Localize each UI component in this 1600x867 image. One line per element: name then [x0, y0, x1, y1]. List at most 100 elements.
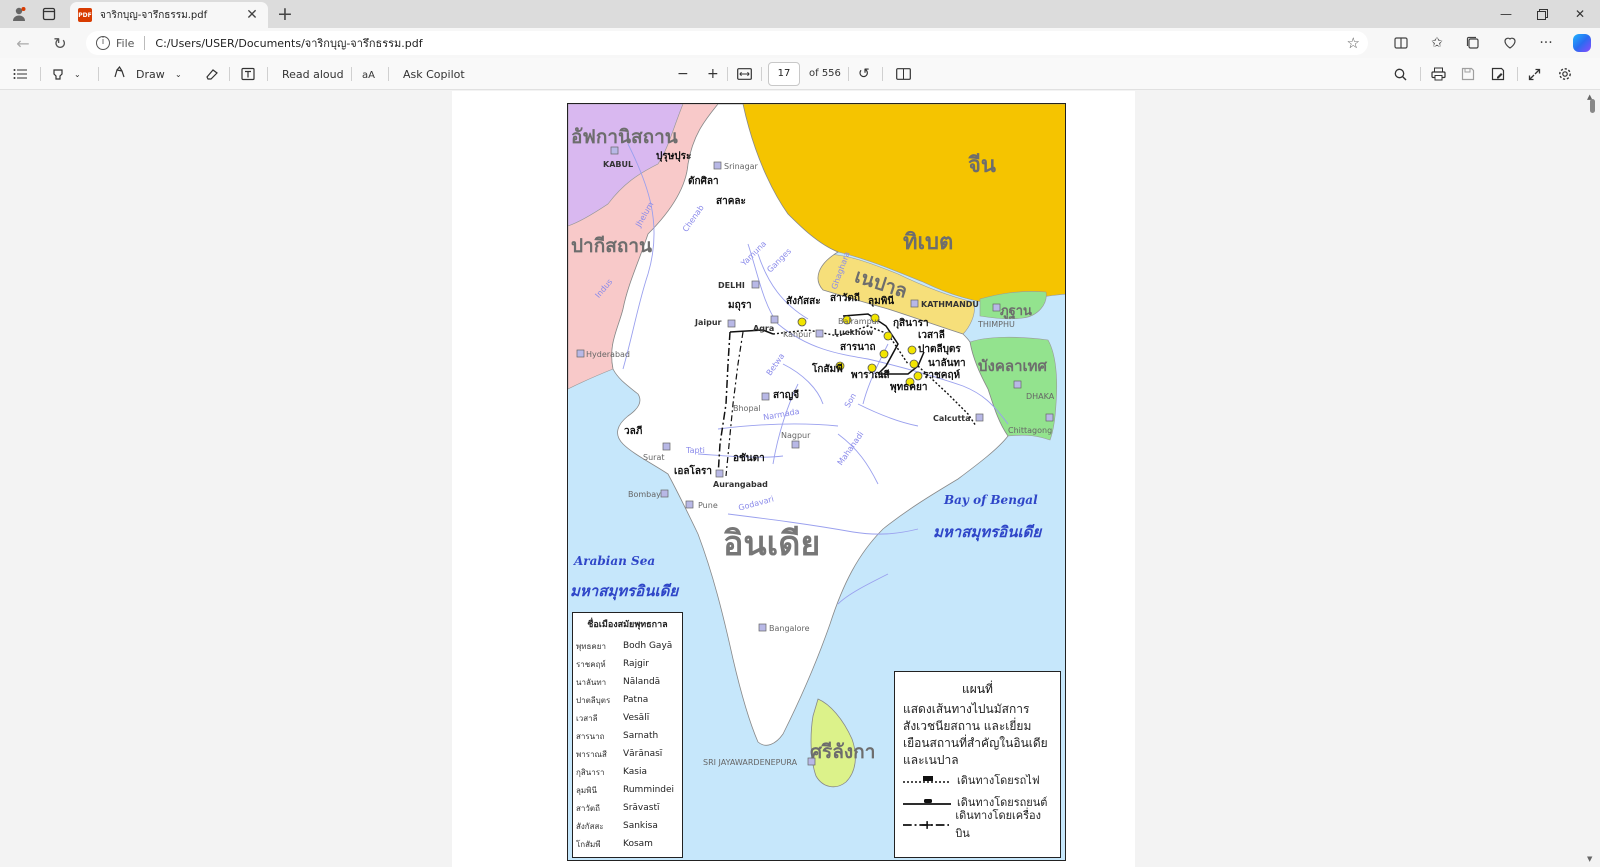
train-line-icon: [903, 776, 951, 783]
label-arabian-sea: Arabian Sea: [574, 554, 656, 568]
label-china: จีน: [968, 153, 996, 178]
label-savatthi: สาวัตถี: [830, 293, 860, 304]
zoom-in-icon[interactable]: +: [707, 58, 719, 90]
label-valabhi: วลภี: [624, 426, 643, 437]
address-bar: ← ↻ i File C:/Users/USER/Documents/จาริก…: [0, 28, 1600, 58]
legend-plane-row: เดินทางโดยเครื่องบิน: [903, 809, 1052, 840]
legend-city-row: สารนาถ Sarnath: [576, 727, 679, 745]
page-view-icon[interactable]: [896, 58, 911, 90]
legend-city-thai-name: สังกัสสะ: [576, 821, 604, 831]
fit-to-page-icon[interactable]: [737, 58, 752, 90]
toolbar-divider: [727, 67, 728, 81]
svg-text:aA: aA: [362, 70, 375, 80]
settings-icon[interactable]: [1558, 58, 1572, 90]
highlight-icon[interactable]: [51, 58, 65, 90]
back-icon[interactable]: ←: [10, 32, 36, 54]
toolbar-divider: [848, 67, 849, 81]
car-line-icon: [903, 799, 951, 805]
label-pataliputra: ปาตลีบุตร: [918, 344, 961, 355]
scroll-down-icon[interactable]: ▼: [1587, 855, 1592, 863]
label-ajanta: อชันตา: [733, 453, 765, 464]
collections-icon[interactable]: [1462, 33, 1484, 53]
label-dhaka: DHAKA: [1026, 392, 1055, 401]
legend-city-row: พุทธคยา Bodh Gayā: [576, 637, 679, 655]
translate-icon[interactable]: aA: [362, 58, 378, 90]
toolbar-divider: [388, 67, 389, 81]
label-sri-jayawardenepura: SRI JAYAWARDENEPURA: [703, 758, 798, 767]
label-lucknow: Lucknow: [834, 328, 874, 337]
draw-button[interactable]: Draw: [113, 58, 165, 90]
eraser-icon[interactable]: [204, 58, 218, 90]
minimize-icon[interactable]: —: [1488, 0, 1524, 28]
toolbar-divider: [351, 67, 352, 81]
save-icon[interactable]: [1461, 58, 1475, 90]
restore-icon[interactable]: [1524, 0, 1560, 28]
pdf-file-icon: PDF: [78, 8, 92, 22]
label-bhutan: ภูฐาน: [1000, 304, 1032, 319]
legend-city-names-title: ชื่อเมืองสมัยพุทธกาล: [587, 620, 668, 630]
label-sankassa: สังกัสสะ: [786, 296, 821, 307]
legend-city-thai-name: พาราณสี: [576, 749, 607, 759]
draw-options-chevron-icon[interactable]: ⌄: [175, 58, 182, 90]
legend-train-label: เดินทางโดยรถไฟ: [957, 774, 1040, 787]
label-pune: Pune: [698, 501, 718, 510]
label-taxila: ตักศิลา: [688, 176, 719, 187]
label-mathura: มถุรา: [728, 300, 752, 311]
tab-pdf[interactable]: PDF จาริกบุญ-จารึกธรรม.pdf ✕: [70, 2, 268, 28]
label-sri-lanka: ศรีลังกา: [810, 741, 876, 763]
favorites-icon[interactable]: ✩: [1426, 33, 1448, 53]
label-kanpur: Kanpur: [783, 330, 812, 339]
text-box-icon[interactable]: [241, 58, 255, 90]
legend-city-thai-name: ปาตลีบุตร: [576, 695, 611, 705]
scroll-thumb[interactable]: [1590, 99, 1595, 113]
legend-city-thai-name: สารนาถ: [576, 731, 605, 741]
browser-essentials-icon[interactable]: [1499, 33, 1521, 53]
ask-copilot-button[interactable]: Ask Copilot: [403, 58, 465, 90]
url-text[interactable]: C:/Users/USER/Documents/จาริกบุญ-จารึกธร…: [155, 34, 422, 52]
close-window-icon[interactable]: ✕: [1562, 0, 1598, 28]
label-pakistan: ปากีสถาน: [571, 235, 652, 257]
label-bhopal: Bhopal: [733, 404, 761, 413]
label-vesali: เวสาลี: [918, 330, 945, 341]
highlight-options-chevron-icon[interactable]: ⌄: [74, 58, 81, 90]
label-thimphu: THIMPHU: [978, 320, 1015, 329]
zoom-out-icon[interactable]: −: [677, 58, 689, 90]
toolbar-divider: [882, 67, 883, 81]
save-as-icon[interactable]: [1491, 58, 1505, 90]
label-srinagar: Srinagar: [724, 162, 758, 171]
print-icon[interactable]: [1431, 58, 1446, 90]
profile-icon[interactable]: [8, 4, 30, 24]
new-tab-button[interactable]: +: [274, 3, 296, 25]
tab-actions-icon[interactable]: [38, 4, 60, 24]
search-icon[interactable]: [1394, 58, 1407, 90]
url-bar[interactable]: i File C:/Users/USER/Documents/จาริกบุญ-…: [86, 31, 1368, 55]
copilot-icon[interactable]: [1573, 34, 1591, 52]
site-info-icon[interactable]: i: [96, 36, 110, 50]
legend-city-english-name: Kasia: [623, 767, 647, 777]
url-divider: [144, 36, 146, 50]
more-options-icon[interactable]: ···: [1535, 33, 1557, 53]
fullscreen-icon[interactable]: [1528, 58, 1541, 90]
toolbar-divider: [229, 67, 230, 81]
label-delhi: DELHI: [718, 281, 745, 290]
split-screen-icon[interactable]: [1390, 33, 1412, 53]
rotate-icon[interactable]: ↺: [858, 58, 870, 90]
label-hyderabad: Hyderabad: [586, 350, 630, 359]
favorite-star-icon[interactable]: ☆: [1347, 34, 1360, 52]
label-sanchi: สาญจี: [773, 390, 800, 401]
read-aloud-button[interactable]: Read aloud: [282, 58, 344, 90]
label-ellora: เอลโลรา: [674, 466, 713, 477]
legend-city-row: สาวัตถี Srāvastī: [576, 799, 679, 817]
label-jaipur: Jaipur: [695, 318, 722, 327]
vertical-scrollbar[interactable]: ▲ ▼: [1584, 91, 1600, 867]
legend-city-thai-name: กุสินารา: [576, 767, 605, 777]
toolbar-divider: [1420, 67, 1421, 81]
page-number-input[interactable]: 17: [768, 62, 800, 86]
legend-city-row: กุสินารา Kasia: [576, 763, 679, 781]
refresh-icon[interactable]: ↻: [47, 32, 73, 54]
contents-icon[interactable]: [13, 58, 28, 90]
legend-city-row: พาราณสี Vārānasī: [576, 745, 679, 763]
legend-city-row: โกสัมพี Kosam: [576, 835, 679, 853]
close-tab-icon[interactable]: ✕: [244, 7, 260, 23]
label-bay-of-bengal-th: มหาสมุทรอินเดีย: [933, 523, 1042, 541]
